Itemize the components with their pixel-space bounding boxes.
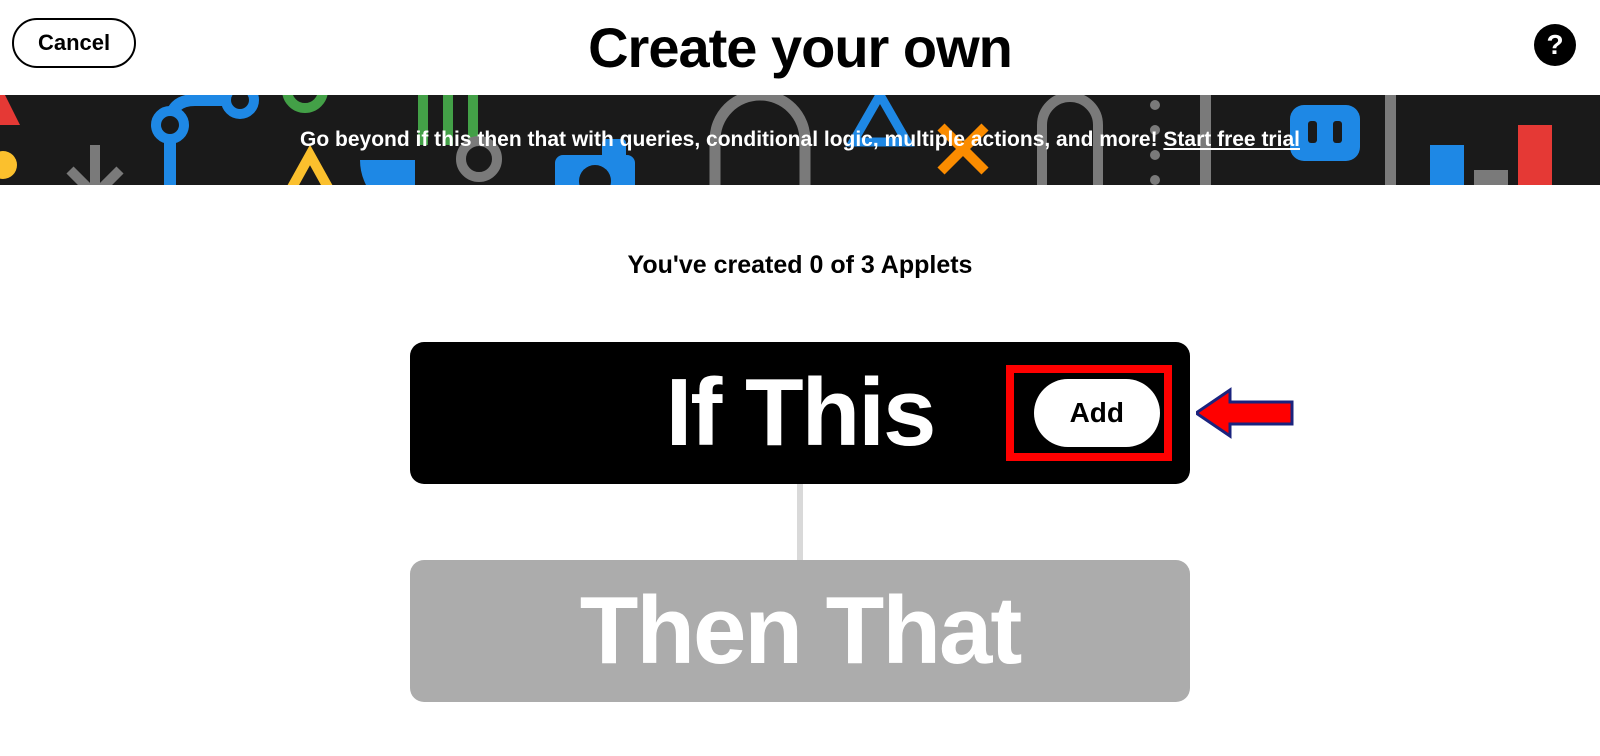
add-button[interactable]: Add [1034, 379, 1160, 447]
annotation-arrow-icon [1196, 386, 1296, 440]
dot-yellow-icon [0, 150, 18, 180]
then-that-card: Then That [410, 560, 1190, 702]
cancel-button[interactable]: Cancel [12, 18, 136, 68]
connector-line [797, 484, 803, 560]
cards-wrap: If This Add Then That [0, 342, 1600, 702]
header: Cancel Create your own ? [0, 0, 1600, 95]
triangle-red-icon [0, 95, 20, 125]
barchart-icon [1420, 125, 1560, 185]
arrowdown-grey-icon [60, 145, 130, 185]
plug-blue-icon [1290, 105, 1360, 161]
promo-text: Go beyond if this then that with queries… [300, 128, 1300, 152]
help-icon[interactable]: ? [1534, 24, 1576, 66]
if-this-card[interactable]: If This Add [410, 342, 1190, 484]
if-this-label: If This [666, 358, 935, 468]
applet-counter: You've created 0 of 3 Applets [0, 251, 1600, 280]
start-trial-link[interactable]: Start free trial [1163, 128, 1300, 151]
promo-banner: Go beyond if this then that with queries… [0, 95, 1600, 185]
then-that-label: Then That [580, 576, 1021, 686]
circle-green-icon [280, 95, 330, 115]
promo-text-before: Go beyond if this then that with queries… [300, 128, 1163, 151]
vline-grey2-icon [1385, 95, 1396, 185]
branch-blue-icon [150, 95, 260, 185]
page-title: Create your own [588, 15, 1012, 80]
